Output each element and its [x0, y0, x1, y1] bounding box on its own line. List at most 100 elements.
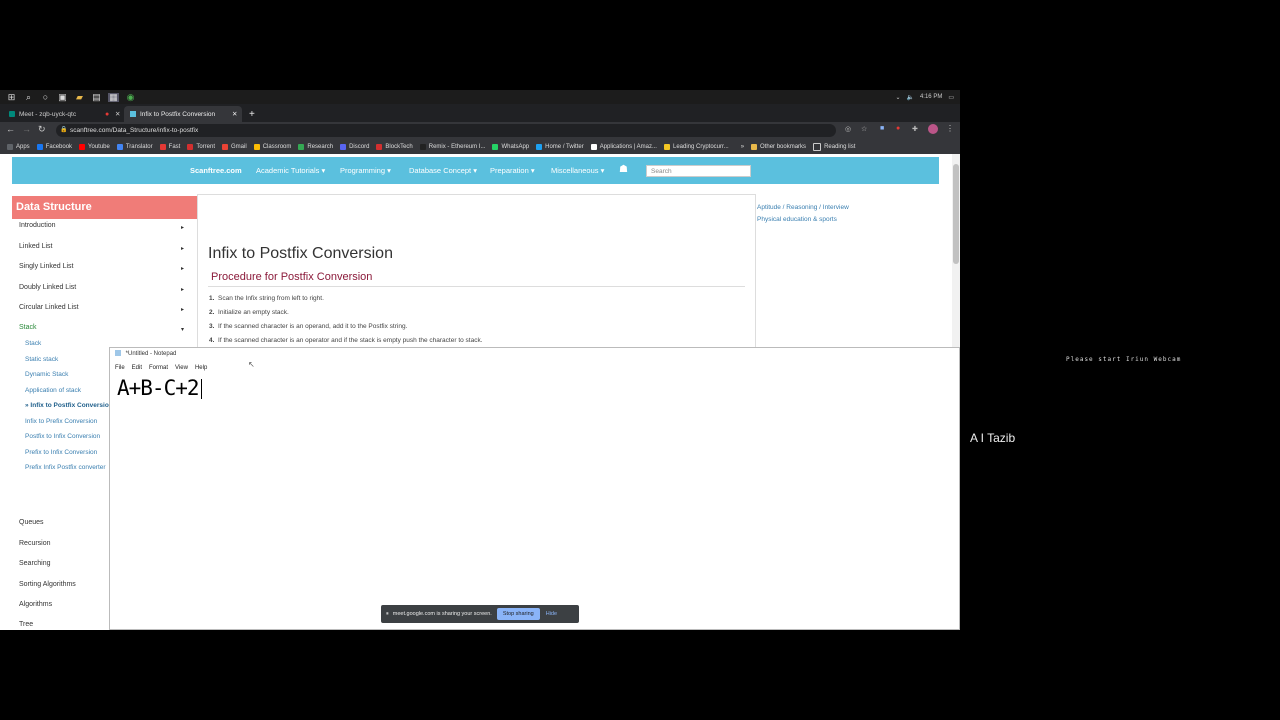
bookmark-item[interactable]: Gmail	[222, 143, 247, 150]
close-tab-icon[interactable]: ✕	[232, 110, 237, 118]
reading-list[interactable]: Reading list	[813, 142, 855, 151]
sidebar-item[interactable]: Doubly Linked List	[19, 284, 76, 291]
sidebar-subitem[interactable]: Static stack	[25, 356, 58, 363]
sidebar-subitem[interactable]: Stack	[25, 340, 41, 347]
volume-icon[interactable]: 🔈	[906, 94, 913, 101]
pause-icon: ⏸	[386, 610, 389, 617]
sidebar-subitem[interactable]: Prefix Infix Postfix converter	[25, 464, 106, 471]
notepad-text-area[interactable]: A+B-C+2	[117, 376, 202, 400]
lock-icon[interactable]: 🔒	[60, 124, 67, 137]
puzzle-icon[interactable]: ✚	[912, 125, 918, 133]
star-icon[interactable]: ☆	[861, 125, 867, 133]
bookmark-item[interactable]: Discord	[340, 143, 369, 150]
scrollbar-thumb[interactable]	[953, 164, 959, 264]
bookmark-item[interactable]: Applications | Amaz...	[590, 143, 657, 150]
tab-infix-postfix[interactable]: Infix to Postfix Conversion ✕	[124, 106, 242, 122]
nav-preparation[interactable]: Preparation ▾	[490, 166, 535, 175]
sidebar-subitem[interactable]: Prefix to Infix Conversion	[25, 449, 97, 456]
bookmark-item[interactable]: Translator	[116, 143, 153, 150]
eye-off-icon[interactable]: ◎	[845, 125, 851, 133]
sidebar-item[interactable]: Algorithms	[19, 601, 52, 608]
sidebar-subitem[interactable]: Postfix to Infix Conversion	[25, 433, 100, 440]
bookmark-item[interactable]: Remix - Ethereum I...	[419, 143, 485, 150]
chevron-right-icon[interactable]: ▸	[181, 224, 184, 231]
bookmark-label: Applications | Amaz...	[599, 143, 657, 150]
notepad-titlebar[interactable]: *Untitled - Notepad	[110, 348, 959, 361]
bookmark-item[interactable]: Research	[298, 143, 333, 150]
sidebar-subitem[interactable]: Dynamic Stack	[25, 371, 68, 378]
sidebar-subitem[interactable]: » Infix to Postfix Conversion	[25, 402, 113, 409]
bookmark-item[interactable]: Classroom	[253, 143, 291, 150]
bookmark-item[interactable]: WhatsApp	[492, 143, 529, 150]
forward-icon[interactable]: →	[22, 124, 31, 134]
extension-icon[interactable]: ■	[880, 125, 884, 132]
bookmark-favicon-icon	[492, 143, 499, 150]
menu-edit[interactable]: Edit	[132, 362, 142, 374]
cortana-icon[interactable]: ○	[40, 92, 51, 102]
more-bookmarks-icon[interactable]: »	[741, 144, 744, 150]
menu-kebab-icon[interactable]: ⋮	[946, 124, 954, 133]
chrome-icon[interactable]: ◉	[125, 92, 136, 102]
nav-academic-tutorials[interactable]: Academic Tutorials ▾	[256, 166, 325, 175]
bookmark-item[interactable]: Leading Cryptocurr...	[663, 143, 729, 150]
menu-view[interactable]: View	[175, 362, 188, 374]
sidebar-item[interactable]: Introduction	[19, 222, 56, 229]
chevron-right-icon[interactable]: ▸	[181, 245, 184, 252]
sidebar-item[interactable]: Stack	[19, 324, 37, 331]
reload-icon[interactable]: ↻	[38, 124, 46, 135]
bookmark-item[interactable]: Torrent	[187, 143, 215, 150]
sidebar-subitem[interactable]: Infix to Prefix Conversion	[25, 418, 97, 425]
bookmark-item[interactable]: Home / Twitter	[536, 143, 584, 150]
new-tab-button[interactable]: +	[249, 106, 255, 122]
explorer-icon[interactable]: ▦	[108, 92, 119, 102]
sidebar-item[interactable]: Circular Linked List	[19, 304, 79, 311]
sidebar-item[interactable]: Linked List	[19, 243, 52, 250]
right-link-physical-education[interactable]: Physical education & sports	[757, 216, 837, 223]
step-text: Initialize an empty stack.	[218, 309, 289, 316]
search-icon[interactable]: ⌕	[23, 92, 34, 102]
bookmark-item[interactable]: BlockTech	[376, 143, 413, 150]
avatar[interactable]	[928, 124, 938, 134]
sidebar-item[interactable]: Tree	[19, 621, 33, 628]
menu-format[interactable]: Format	[149, 362, 168, 374]
nav-database-concept[interactable]: Database Concept ▾	[409, 166, 477, 175]
taskview-icon[interactable]: ▣	[57, 92, 68, 102]
site-search-input[interactable]: Search	[646, 165, 751, 177]
bookmark-item[interactable]: Apps	[7, 143, 30, 150]
chevron-down-icon[interactable]: ▾	[181, 326, 184, 333]
url-input[interactable]: 🔒 scanftree.com/Data_Structure/infix-to-…	[56, 124, 836, 137]
sidebar-item[interactable]: Searching	[19, 560, 51, 567]
chevron-right-icon[interactable]: ▸	[181, 265, 184, 272]
bookmark-item[interactable]: Youtube	[79, 143, 110, 150]
bookmark-favicon-icon	[187, 143, 194, 150]
menu-file[interactable]: File	[115, 362, 125, 374]
right-link-aptitude[interactable]: Aptitude / Reasoning / Interview	[757, 204, 849, 211]
notepad-icon[interactable]: ▤	[91, 92, 102, 102]
chevron-up-icon[interactable]: ⌄	[895, 94, 900, 101]
nav-programming[interactable]: Programming ▾	[340, 166, 391, 175]
bookmark-item[interactable]: Fast	[159, 143, 180, 150]
sidebar-item[interactable]: Sorting Algorithms	[19, 581, 76, 588]
folder-icon[interactable]: ▰	[74, 92, 85, 102]
user-icon[interactable]: ☗	[619, 164, 628, 175]
chevron-right-icon[interactable]: ▸	[181, 306, 184, 313]
hide-button[interactable]: Hide	[546, 611, 557, 617]
sidebar-item[interactable]: Queues	[19, 519, 44, 526]
chevron-right-icon[interactable]: ▸	[181, 286, 184, 293]
windows-icon[interactable]: ⊞	[6, 92, 17, 102]
close-tab-icon[interactable]: ✕	[115, 110, 120, 118]
sidebar-item[interactable]: Recursion	[19, 540, 51, 547]
extension-red-icon[interactable]: ●	[896, 125, 900, 132]
menu-help[interactable]: Help	[195, 362, 207, 374]
back-icon[interactable]: ←	[6, 124, 15, 134]
notification-icon[interactable]: ▭	[948, 94, 954, 101]
bookmark-item[interactable]: Facebook	[36, 143, 72, 150]
other-bookmarks[interactable]: Other bookmarks	[751, 143, 806, 150]
nav-miscellaneous[interactable]: Miscellaneous ▾	[551, 166, 604, 175]
site-brand-link[interactable]: Scanftree.com	[190, 166, 242, 175]
tab-meet[interactable]: Meet - zqb-uyck-qtc ● ✕	[4, 106, 122, 122]
sidebar-item[interactable]: Singly Linked List	[19, 263, 73, 270]
stop-sharing-button[interactable]: Stop sharing	[496, 608, 540, 620]
sidebar-subitem[interactable]: Application of stack	[25, 387, 81, 394]
clock[interactable]: 4:16 PM	[920, 94, 942, 100]
